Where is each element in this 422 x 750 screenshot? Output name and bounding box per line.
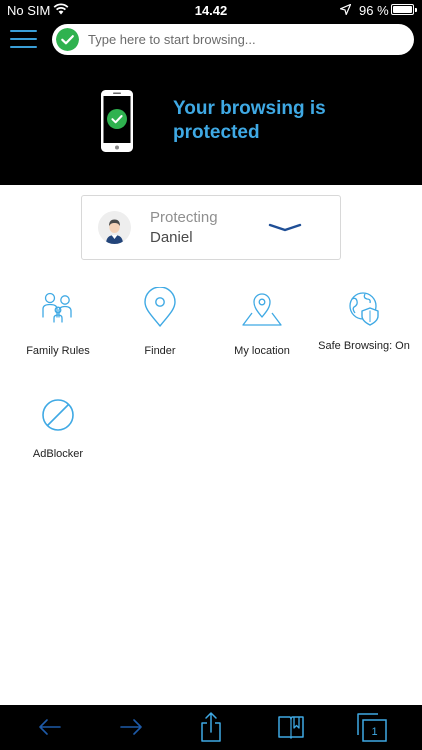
top-bar <box>0 20 422 60</box>
share-icon[interactable] <box>197 711 225 743</box>
search-input[interactable] <box>88 28 406 51</box>
search-bar <box>52 24 414 55</box>
tabs-icon[interactable]: 1 <box>355 711 389 743</box>
globe-shield-icon <box>349 292 379 326</box>
phone-check-icon <box>101 90 133 152</box>
protection-banner: Your browsing is protected <box>0 60 422 185</box>
family-icon <box>42 292 72 323</box>
profile-status-label: Protecting <box>150 209 218 226</box>
my-location-button[interactable]: My location <box>212 287 312 358</box>
adblocker-button[interactable]: AdBlocker <box>8 394 108 461</box>
feature-label-my-location: My location <box>234 345 290 357</box>
location-arrow-icon <box>340 4 351 15</box>
back-arrow-icon[interactable] <box>36 713 64 741</box>
status-bar: No SIM 14.42 96 % <box>0 0 422 20</box>
feature-label-adblocker: AdBlocker <box>32 448 84 460</box>
feature-label-finder: Finder <box>144 345 176 357</box>
profile-selector[interactable]: Protecting Daniel <box>81 195 341 260</box>
app-screen: No SIM 14.42 96 % Type here to start bro… <box>0 0 422 750</box>
safe-browsing-button[interactable]: Safe Browsing: On <box>314 287 414 353</box>
chevron-down-icon[interactable] <box>268 220 302 234</box>
shield-check-icon <box>56 28 79 51</box>
battery-percent: 96 % <box>359 3 389 18</box>
map-pin-icon <box>144 287 176 327</box>
feature-label-safe-browsing: Safe Browsing: On <box>318 340 410 352</box>
map-location-icon <box>242 293 282 326</box>
avatar <box>98 211 131 244</box>
forward-arrow-icon[interactable] <box>117 713 145 741</box>
finder-button[interactable]: Finder <box>110 287 210 358</box>
bottom-toolbar: 1 <box>0 705 422 750</box>
feature-label-family-rules: Family Rules <box>26 345 90 357</box>
profile-name: Daniel <box>150 229 193 246</box>
protection-status-title: Your browsing is protected <box>173 98 326 143</box>
block-icon <box>42 399 74 431</box>
family-rules-button[interactable]: Family Rules <box>8 287 108 358</box>
tab-count: 1 <box>371 726 377 738</box>
bookmarks-icon[interactable] <box>277 713 305 741</box>
battery-icon <box>391 4 417 15</box>
hamburger-menu-icon[interactable] <box>10 27 38 51</box>
